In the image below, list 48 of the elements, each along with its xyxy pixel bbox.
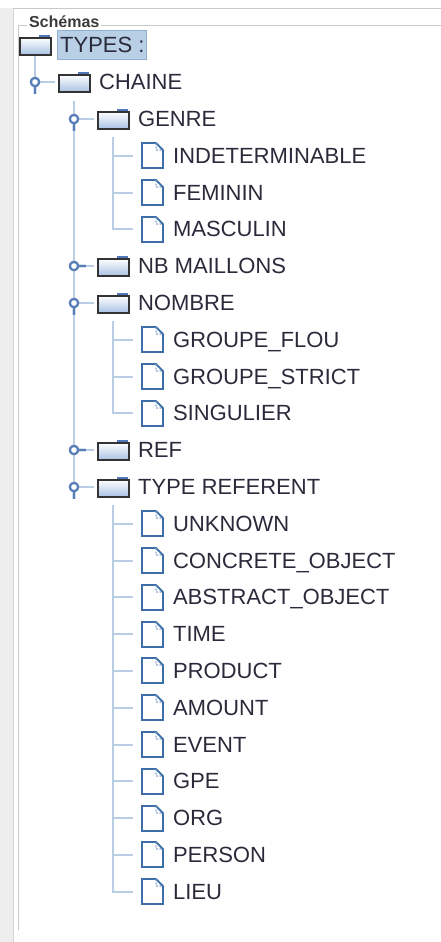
folder-icon xyxy=(58,71,91,94)
tree-item[interactable]: REF xyxy=(135,435,185,466)
document-icon xyxy=(140,216,165,243)
tree-item[interactable]: SINGULIER xyxy=(170,398,295,428)
tree-item[interactable]: AMOUNT xyxy=(170,692,272,723)
document-icon xyxy=(140,510,165,538)
tree-item[interactable]: NB MAILLONS xyxy=(135,251,289,282)
folder-icon xyxy=(97,292,130,314)
document-icon xyxy=(140,620,165,648)
document-icon xyxy=(140,400,165,427)
document-icon xyxy=(140,841,165,868)
tree-item[interactable]: UNKNOWN xyxy=(170,508,292,539)
tree-item[interactable]: FEMININ xyxy=(170,178,266,208)
tree-item[interactable]: GROUPE_FLOU xyxy=(170,324,342,355)
tree-item[interactable]: TIME xyxy=(170,619,229,650)
tree-item[interactable]: PERSON xyxy=(170,840,269,870)
document-icon xyxy=(140,878,165,906)
tree-item[interactable]: MASCULIN xyxy=(170,214,290,244)
document-icon xyxy=(140,694,165,722)
tree-item[interactable]: TYPES : xyxy=(57,30,148,60)
tree-item[interactable]: EVENT xyxy=(170,730,250,760)
folder-icon xyxy=(97,439,130,462)
document-icon xyxy=(140,363,165,390)
tree-item[interactable]: LIEU xyxy=(170,876,225,907)
tree-item[interactable]: ORG xyxy=(170,803,226,834)
folder-icon xyxy=(97,255,130,278)
document-icon xyxy=(140,142,165,170)
document-icon xyxy=(140,326,165,354)
tree-item[interactable]: INDETERMINABLE xyxy=(170,140,370,171)
document-icon xyxy=(140,179,165,206)
document-icon xyxy=(140,804,165,832)
folder-icon xyxy=(97,108,130,130)
tree-item[interactable]: GPE xyxy=(170,766,222,796)
tree-item[interactable]: ABSTRACT_OBJECT xyxy=(170,582,392,612)
document-icon xyxy=(140,768,165,795)
folder-icon xyxy=(19,34,52,56)
tree-item[interactable]: CONCRETE_OBJECT xyxy=(170,546,398,576)
document-icon xyxy=(140,547,165,574)
tree-item[interactable]: GROUPE_STRICT xyxy=(170,362,364,392)
tree-item[interactable]: CHAINE xyxy=(96,67,186,98)
tree-item[interactable]: TYPE REFERENT xyxy=(135,472,324,502)
tree-item[interactable]: GENRE xyxy=(135,104,220,134)
folder-icon xyxy=(97,476,130,498)
document-icon xyxy=(140,584,165,611)
tree-item[interactable]: PRODUCT xyxy=(170,656,285,686)
tree-item[interactable]: NOMBRE xyxy=(135,288,238,318)
document-icon xyxy=(140,731,165,758)
document-icon xyxy=(140,657,165,684)
